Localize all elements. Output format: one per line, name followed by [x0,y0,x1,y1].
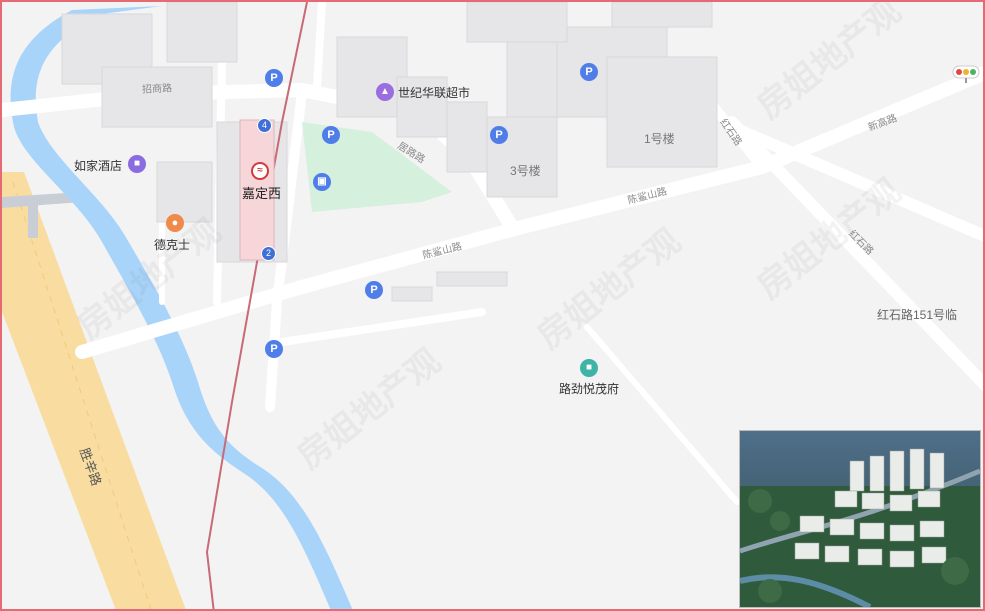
aerial-rendering-photo [739,430,981,608]
hotel-icon[interactable]: ■ [128,155,146,173]
road-label-north: 招商路 [141,83,173,96]
parking-icon[interactable]: P [490,126,508,144]
parking-icon[interactable]: P [580,63,598,81]
metro-exit-4[interactable]: 4 [257,118,272,133]
residence-icon[interactable]: ■ [580,359,598,377]
restaurant-icon[interactable]: ● [166,214,184,232]
shopping-icon[interactable]: ▲ [376,83,394,101]
parking-icon[interactable]: P [265,69,283,87]
parking-icon[interactable]: P [365,281,383,299]
poi-address-label[interactable]: 红石路151号临 [877,306,957,323]
poi-community-label[interactable]: 路劲悦茂府 [559,380,619,397]
poi-supermarket-label[interactable]: 世纪华联超市 [398,84,470,101]
building-label-3: 3号楼 [510,164,541,178]
building-label-1: 1号楼 [644,132,675,146]
map-view[interactable]: 房姐地产观 房姐地产观 房姐地产观 房姐地产观 房姐地产观 胜辛路 陈鲨山路 陈… [0,0,985,611]
metro-icon[interactable]: ≈ [251,162,269,180]
parking-icon[interactable]: P [265,340,283,358]
poi-station-label[interactable]: 嘉定西 [242,183,281,202]
bus-icon[interactable]: ▣ [313,173,331,191]
poi-restaurant-label[interactable]: 德克士 [154,236,190,253]
metro-exit-2[interactable]: 2 [261,246,276,261]
traffic-light-icon [952,65,980,83]
poi-hotel-label[interactable]: 如家酒店 [74,157,122,174]
parking-icon[interactable]: P [322,126,340,144]
